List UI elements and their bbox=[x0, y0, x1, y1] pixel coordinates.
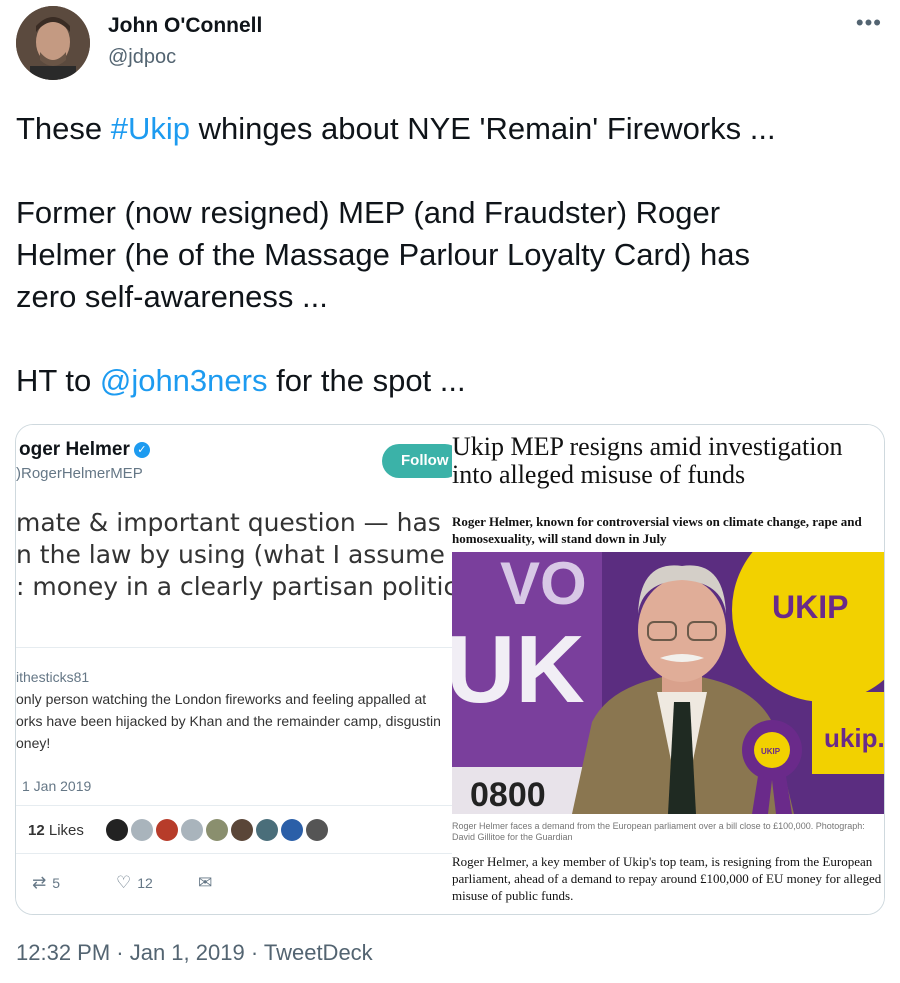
article-photo: VO UK 0800 UKIP ukip. UKIP bbox=[452, 552, 885, 814]
sign-text-phone: 0800 bbox=[470, 776, 546, 814]
heart-icon: ♡ bbox=[116, 873, 132, 892]
verified-check-icon: ✓ bbox=[133, 442, 150, 458]
embedded-tweet-text: mate & important question — has n the la… bbox=[16, 508, 452, 601]
quoted-handle: ithesticks81 bbox=[16, 669, 90, 685]
article-headline: Ukip MEP resigns amid investigation into… bbox=[452, 432, 843, 489]
liker-avatar bbox=[231, 819, 253, 841]
embedded-author-name: oger Helmer ✓ bbox=[19, 439, 150, 461]
rosette-text: UKIP bbox=[761, 747, 781, 756]
tweet-line3-prefix: HT to bbox=[16, 363, 100, 398]
follow-button: Follow bbox=[382, 444, 452, 478]
article-standfirst: Roger Helmer, known for controversial vi… bbox=[452, 514, 862, 546]
liker-avatar bbox=[131, 819, 153, 841]
retweet-count: 5 bbox=[52, 875, 61, 891]
divider bbox=[16, 805, 452, 806]
liker-avatar bbox=[306, 819, 328, 841]
quoted-text-line: oney! bbox=[16, 735, 51, 751]
embedded-author-name-text: oger Helmer bbox=[19, 439, 130, 460]
quoted-text-line: only person watching the London firework… bbox=[16, 691, 427, 707]
tweet-timestamp[interactable]: 12:32 PM · Jan 1, 2019 · TweetDeck bbox=[16, 940, 373, 966]
likes-count: 12 bbox=[28, 822, 45, 839]
tweet-line1-prefix: These bbox=[16, 111, 111, 146]
liker-avatar bbox=[181, 819, 203, 841]
media-image-article[interactable]: Ukip MEP resigns amid investigation into… bbox=[452, 425, 885, 914]
liker-avatar bbox=[256, 819, 278, 841]
retweet-action: ⇄ 5 bbox=[32, 873, 60, 893]
more-horizontal-icon[interactable]: ••• bbox=[856, 10, 882, 36]
retweet-icon: ⇄ bbox=[32, 873, 47, 892]
liker-avatar bbox=[106, 819, 128, 841]
sign-text-uk: UK bbox=[452, 616, 585, 723]
media-image-embedded-tweet[interactable]: oger Helmer ✓ )RogerHelmerMEP Follow mate… bbox=[16, 425, 452, 914]
hashtag-link[interactable]: #Ukip bbox=[111, 111, 190, 146]
quoted-text-line: orks have been hijacked by Khan and the … bbox=[16, 713, 441, 729]
envelope-icon: ✉ bbox=[198, 873, 213, 892]
liker-avatars bbox=[106, 819, 331, 843]
liker-avatar bbox=[281, 819, 303, 841]
embedded-date: 1 Jan 2019 bbox=[22, 778, 92, 794]
banner-text-ukip-url: ukip. bbox=[824, 723, 885, 753]
author-name[interactable]: John O'Connell bbox=[108, 14, 262, 38]
message-action: ✉ bbox=[198, 873, 218, 893]
tweet-text: These #Ukip whinges about NYE 'Remain' F… bbox=[16, 108, 876, 402]
liker-avatar bbox=[206, 819, 228, 841]
likes-summary: 12 Likes bbox=[28, 822, 84, 839]
like-action: ♡ 12 bbox=[116, 873, 153, 893]
tweet-paragraph-2: Former (now resigned) MEP (and Fraudster… bbox=[16, 195, 750, 314]
article-body: Roger Helmer, a key member of Ukip's top… bbox=[452, 854, 882, 903]
tweet-line1-suffix: whinges about NYE 'Remain' Fireworks ... bbox=[190, 111, 776, 146]
banner-text-ukip: UKIP bbox=[772, 589, 848, 625]
author-handle[interactable]: @jdpoc bbox=[108, 46, 176, 69]
photo-caption: Roger Helmer faces a demand from the Eur… bbox=[452, 821, 865, 842]
divider bbox=[16, 647, 452, 648]
divider bbox=[16, 853, 452, 854]
tweet-line3-suffix: for the spot ... bbox=[267, 363, 466, 398]
mention-link[interactable]: @john3ners bbox=[100, 363, 268, 398]
avatar[interactable] bbox=[16, 6, 90, 80]
tweet-media[interactable]: oger Helmer ✓ )RogerHelmerMEP Follow mate… bbox=[15, 424, 885, 915]
likes-label: Likes bbox=[48, 822, 84, 839]
like-count: 12 bbox=[137, 875, 153, 891]
liker-avatar bbox=[156, 819, 178, 841]
embedded-author-handle: )RogerHelmerMEP bbox=[16, 465, 143, 482]
sign-text-vo: VO bbox=[500, 552, 587, 617]
